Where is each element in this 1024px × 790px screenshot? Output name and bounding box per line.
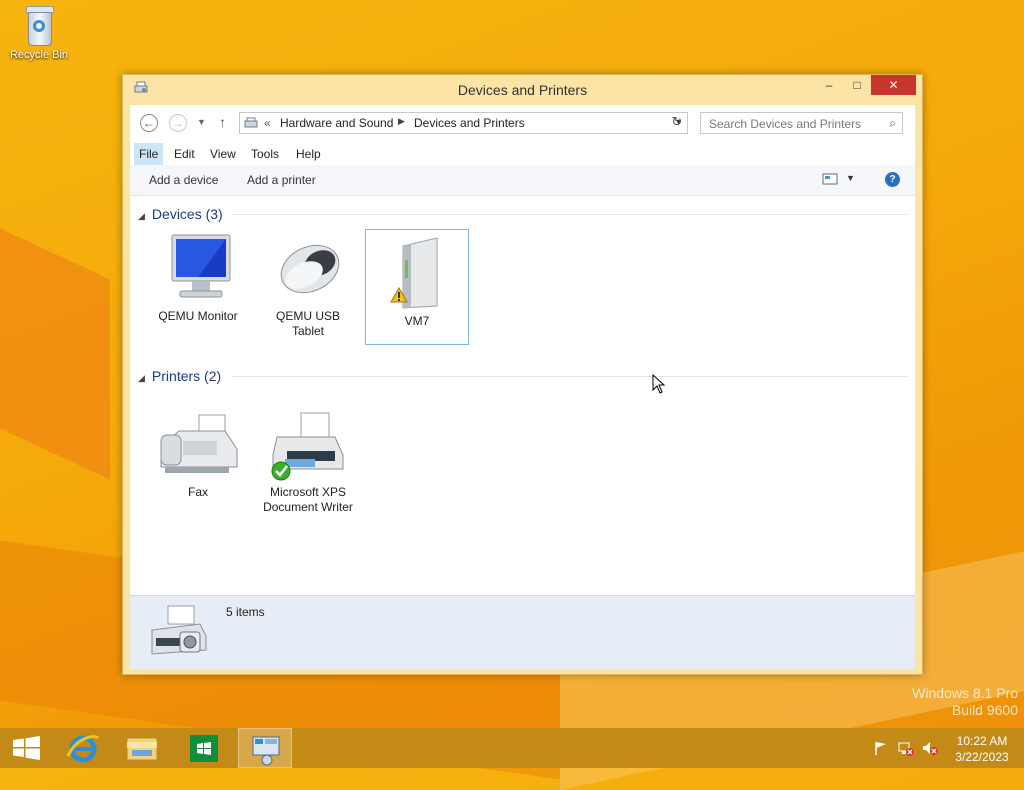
start-icon [13,736,40,760]
group-divider [232,376,908,377]
menu-help[interactable]: Help [291,143,326,165]
view-options-dropdown[interactable]: ▼ [846,173,855,183]
device-qemu-monitor[interactable]: QEMU Monitor [146,229,250,324]
fax-icon [160,414,238,473]
device-label-line1: QEMU USB [275,309,340,323]
devices-and-printers-large-icon [151,605,207,655]
item-count: 5 items [226,605,265,619]
action-center-flag-icon[interactable] [873,740,889,756]
minimize-button[interactable]: – [815,75,843,95]
printer-label-line2: Document Writer [263,500,353,514]
computer-tower-icon [390,237,438,309]
menu-tools[interactable]: Tools [246,143,284,165]
breadcrumb-overflow[interactable]: « [264,116,271,130]
printer-icon [271,412,344,481]
mouse-cursor-icon [652,374,666,394]
add-printer-button[interactable]: Add a printer [247,173,316,187]
change-view-icon[interactable] [822,173,838,185]
devices-and-printers-window: Devices and Printers – □ ✕ ← → ▼ ↑ « Har… [122,74,923,675]
refresh-button[interactable]: ↻ [666,114,688,132]
maximize-button[interactable]: □ [843,75,871,95]
menu-bar: File Edit View Tools Help [130,143,915,165]
command-bar: Add a device Add a printer ▼ ? [130,165,915,196]
help-icon[interactable]: ? [885,172,900,187]
device-label: VM7 [404,314,430,328]
printer-microsoft-xps-document-writer[interactable]: Microsoft XPS Document Writer [256,409,360,515]
search-icon[interactable]: ⌕ [889,116,896,131]
details-pane: 5 items [130,595,915,669]
breadcrumb-hardware-and-sound[interactable]: Hardware and Sound [280,116,393,130]
taskbar-store[interactable] [177,728,231,768]
search-placeholder[interactable]: Search Devices and Printers [709,117,861,131]
breadcrumb-devices-and-printers[interactable]: Devices and Printers [414,116,525,130]
recycle-bin-icon [24,6,54,46]
desktop-background-shape [0,200,110,480]
group-divider [232,214,908,215]
printer-label-line1: Microsoft XPS [269,485,347,499]
watermark-build: Build 9600 [951,702,1018,718]
devices-group-header[interactable]: ◢ Devices (3) [138,206,223,222]
taskbar-devices-and-printers[interactable] [238,728,292,768]
collapse-triangle-icon[interactable]: ◢ [138,373,145,383]
forward-button[interactable]: → [169,114,187,132]
printer-fax[interactable]: Fax [146,409,250,500]
navigation-bar: ← → ▼ ↑ « Hardware and Sound ▶ Devices a… [130,105,915,141]
volume-muted-icon[interactable] [922,740,938,756]
back-button[interactable]: ← [140,114,158,132]
title-bar[interactable]: Devices and Printers – □ ✕ [123,75,922,105]
printers-group-header[interactable]: ◢ Printers (2) [138,368,221,384]
file-explorer-icon [126,737,158,761]
internet-explorer-icon [66,735,100,763]
network-error-icon[interactable] [898,740,914,756]
device-label: QEMU Monitor [158,309,238,323]
device-label-line2: Tablet [291,324,325,338]
address-bar[interactable]: « Hardware and Sound ▶ Devices and Print… [239,112,688,134]
collapse-triangle-icon[interactable]: ◢ [138,211,145,221]
breadcrumb-separator-icon[interactable]: ▶ [398,116,405,127]
devices-and-printers-icon [252,736,280,766]
menu-file[interactable]: File [134,143,164,165]
window-content: ← → ▼ ↑ « Hardware and Sound ▶ Devices a… [130,105,915,669]
recent-locations-dropdown[interactable]: ▼ [197,117,206,127]
recycle-bin-desktop-icon[interactable]: Recycle Bin [8,6,70,61]
clock-date: 3/22/2023 [955,750,1009,764]
printers-group-title: Printers (2) [151,368,222,384]
watermark-edition: Windows 8.1 Pro [912,685,1018,701]
menu-view[interactable]: View [205,143,241,165]
menu-edit[interactable]: Edit [169,143,200,165]
add-device-button[interactable]: Add a device [149,173,218,187]
devices-and-printers-location-icon [244,117,258,128]
monitor-icon [171,234,231,298]
system-clock[interactable]: 10:22 AM 3/22/2023 [950,733,1014,765]
taskbar: 10:22 AM 3/22/2023 [0,728,1024,768]
start-button[interactable] [0,728,54,768]
printer-label: Fax [187,485,208,499]
device-vm7[interactable]: VM7 [365,229,469,345]
recycle-bin-label: Recycle Bin [9,49,69,61]
search-box[interactable]: Search Devices and Printers ⌕ [700,112,903,134]
store-icon [190,735,218,762]
window-title: Devices and Printers [457,82,588,98]
close-button[interactable]: ✕ [871,75,916,95]
taskbar-file-explorer[interactable] [115,728,169,768]
up-button[interactable]: ↑ [219,114,226,130]
devices-group-title: Devices (3) [151,206,223,222]
mouse-icon [280,244,340,294]
device-qemu-usb-tablet[interactable]: QEMU USB Tablet [256,229,360,339]
clock-time: 10:22 AM [956,734,1008,748]
windows-watermark: Windows 8.1 Pro Build 9600 [912,685,1018,719]
taskbar-internet-explorer[interactable] [56,728,110,768]
